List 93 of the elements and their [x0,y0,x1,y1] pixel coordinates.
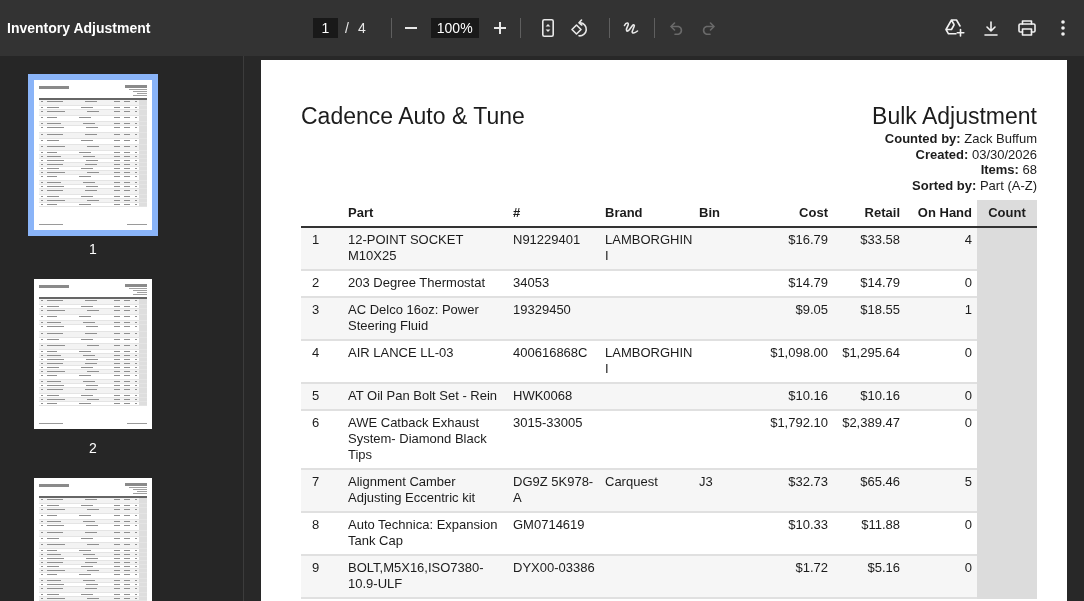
page-thumbnail-drawing[interactable] [28,74,158,236]
retail-price: $11.88 [861,517,900,533]
part-number: N91229401 [513,232,581,248]
retail-price: $1,295.64 [842,345,900,361]
page-thumbnail-drawing[interactable] [34,279,152,429]
on-hand-quantity: 0 [964,345,972,361]
page-number-label: 2 [89,440,97,456]
page-number-label: 1 [89,241,97,257]
triangle-plus-icon [945,19,965,37]
column-header: Bin [699,205,720,221]
part-number: 19329450 [513,302,571,318]
cost-price: $32.73 [788,474,828,490]
draw-icon [622,21,639,35]
cost-price: $1.72 [795,560,828,576]
cost-price: $1,792.10 [770,415,828,431]
retail-price: $65.46 [860,474,900,490]
part-name: Auto Technica: Expansion Tank Cap [348,517,498,549]
download-icon [984,20,998,36]
cost-price: $14.79 [788,275,828,291]
part-number: DG9Z 5K978-A [513,474,594,506]
print-icon [1018,20,1036,36]
part-name: AC Delco 16oz: Power Steering Fluid [348,302,479,334]
cost-price: $10.33 [788,517,828,533]
bin-location: J3 [699,474,713,490]
on-hand-quantity: 0 [964,415,972,431]
part-number: DYX00-03386 [513,560,595,576]
brand-name: Carquest [605,474,658,490]
column-header: Count [977,200,1037,227]
row-number: 3 [312,302,320,318]
part-number: 3015-33005 [513,415,583,431]
page-fit-icon [541,19,554,37]
part-name: BOLT,M5X16,ISO7380-10.9-ULF [348,560,484,592]
cost-price: $9.05 [795,302,828,318]
column-header: Brand [605,205,643,221]
row-number: 4 [312,345,320,361]
report-detail-line: Sorted by: Part (A-Z) [912,177,1037,194]
report-detail-line: Created: 03/30/2026 [915,146,1037,163]
zoom-level-field[interactable]: 100% [430,18,479,38]
more-options-icon [1061,20,1065,36]
column-header: On Hand [917,205,972,221]
undo-icon [669,21,684,35]
retail-price: $14.79 [860,275,900,291]
brand-name: LAMBORGHINI [605,232,693,264]
part-name: AIR LANCE LL-03 [348,345,454,361]
on-hand-quantity: 5 [964,474,972,490]
row-number: 6 [312,415,320,431]
part-name: AWE Catback Exhaust System- Diamond Black Tips [348,415,487,463]
part-number: HWK0068 [513,388,573,404]
on-hand-quantity: 0 [964,275,972,291]
row-number: 1 [312,232,320,248]
part-number: GM0714619 [513,517,585,533]
report-title: Bulk Adjustment [872,102,1037,130]
retail-price: $5.16 [867,560,900,576]
cost-price: $1,098.00 [770,345,828,361]
page-separator: / [345,18,349,38]
report-detail-line: Items: 68 [980,162,1037,178]
page-number-field[interactable]: 1 [313,18,338,38]
page-count: 4 [357,18,366,38]
plus-icon [493,22,506,34]
company-name: Cadence Auto & Tune [301,102,525,130]
retail-price: $33.58 [860,232,900,248]
part-name: Alignment Camber Adjusting Eccentric kit [348,474,476,506]
part-name: 12-POINT SOCKET M10X25 [348,232,464,264]
on-hand-quantity: 1 [964,302,972,318]
column-header: Retail [864,205,900,221]
retail-price: $2,389.47 [842,415,900,431]
row-number: 2 [312,275,320,291]
page-thumbnail-drawing[interactable] [34,478,152,601]
row-number: 8 [312,517,320,533]
part-name: 203 Degree Thermostat [348,275,486,291]
on-hand-quantity: 0 [964,517,972,533]
document-title: Inventory Adjustment [7,20,151,36]
cost-price: $10.16 [788,388,828,404]
row-number: 7 [312,474,320,490]
on-hand-quantity: 4 [964,232,972,248]
redo-icon [700,21,715,35]
cost-price: $16.79 [788,232,828,248]
brand-name: LAMBORGHINI [605,345,693,377]
part-number: 400616868C [513,345,588,361]
retail-price: $18.55 [860,302,900,318]
column-header: Cost [799,205,828,221]
part-name: AT Oil Pan Bolt Set - Rein [348,388,498,404]
minus-icon [404,27,417,29]
row-number: 5 [312,388,320,404]
column-header: Part [348,205,374,221]
retail-price: $10.16 [860,388,900,404]
column-header: # [513,205,521,221]
row-number: 9 [312,560,320,576]
on-hand-quantity: 0 [964,388,972,404]
rotate-icon [570,19,589,37]
on-hand-quantity: 0 [964,560,972,576]
report-detail-line: Counted by: Zack Buffum [884,131,1037,147]
part-number: 34053 [513,275,550,291]
